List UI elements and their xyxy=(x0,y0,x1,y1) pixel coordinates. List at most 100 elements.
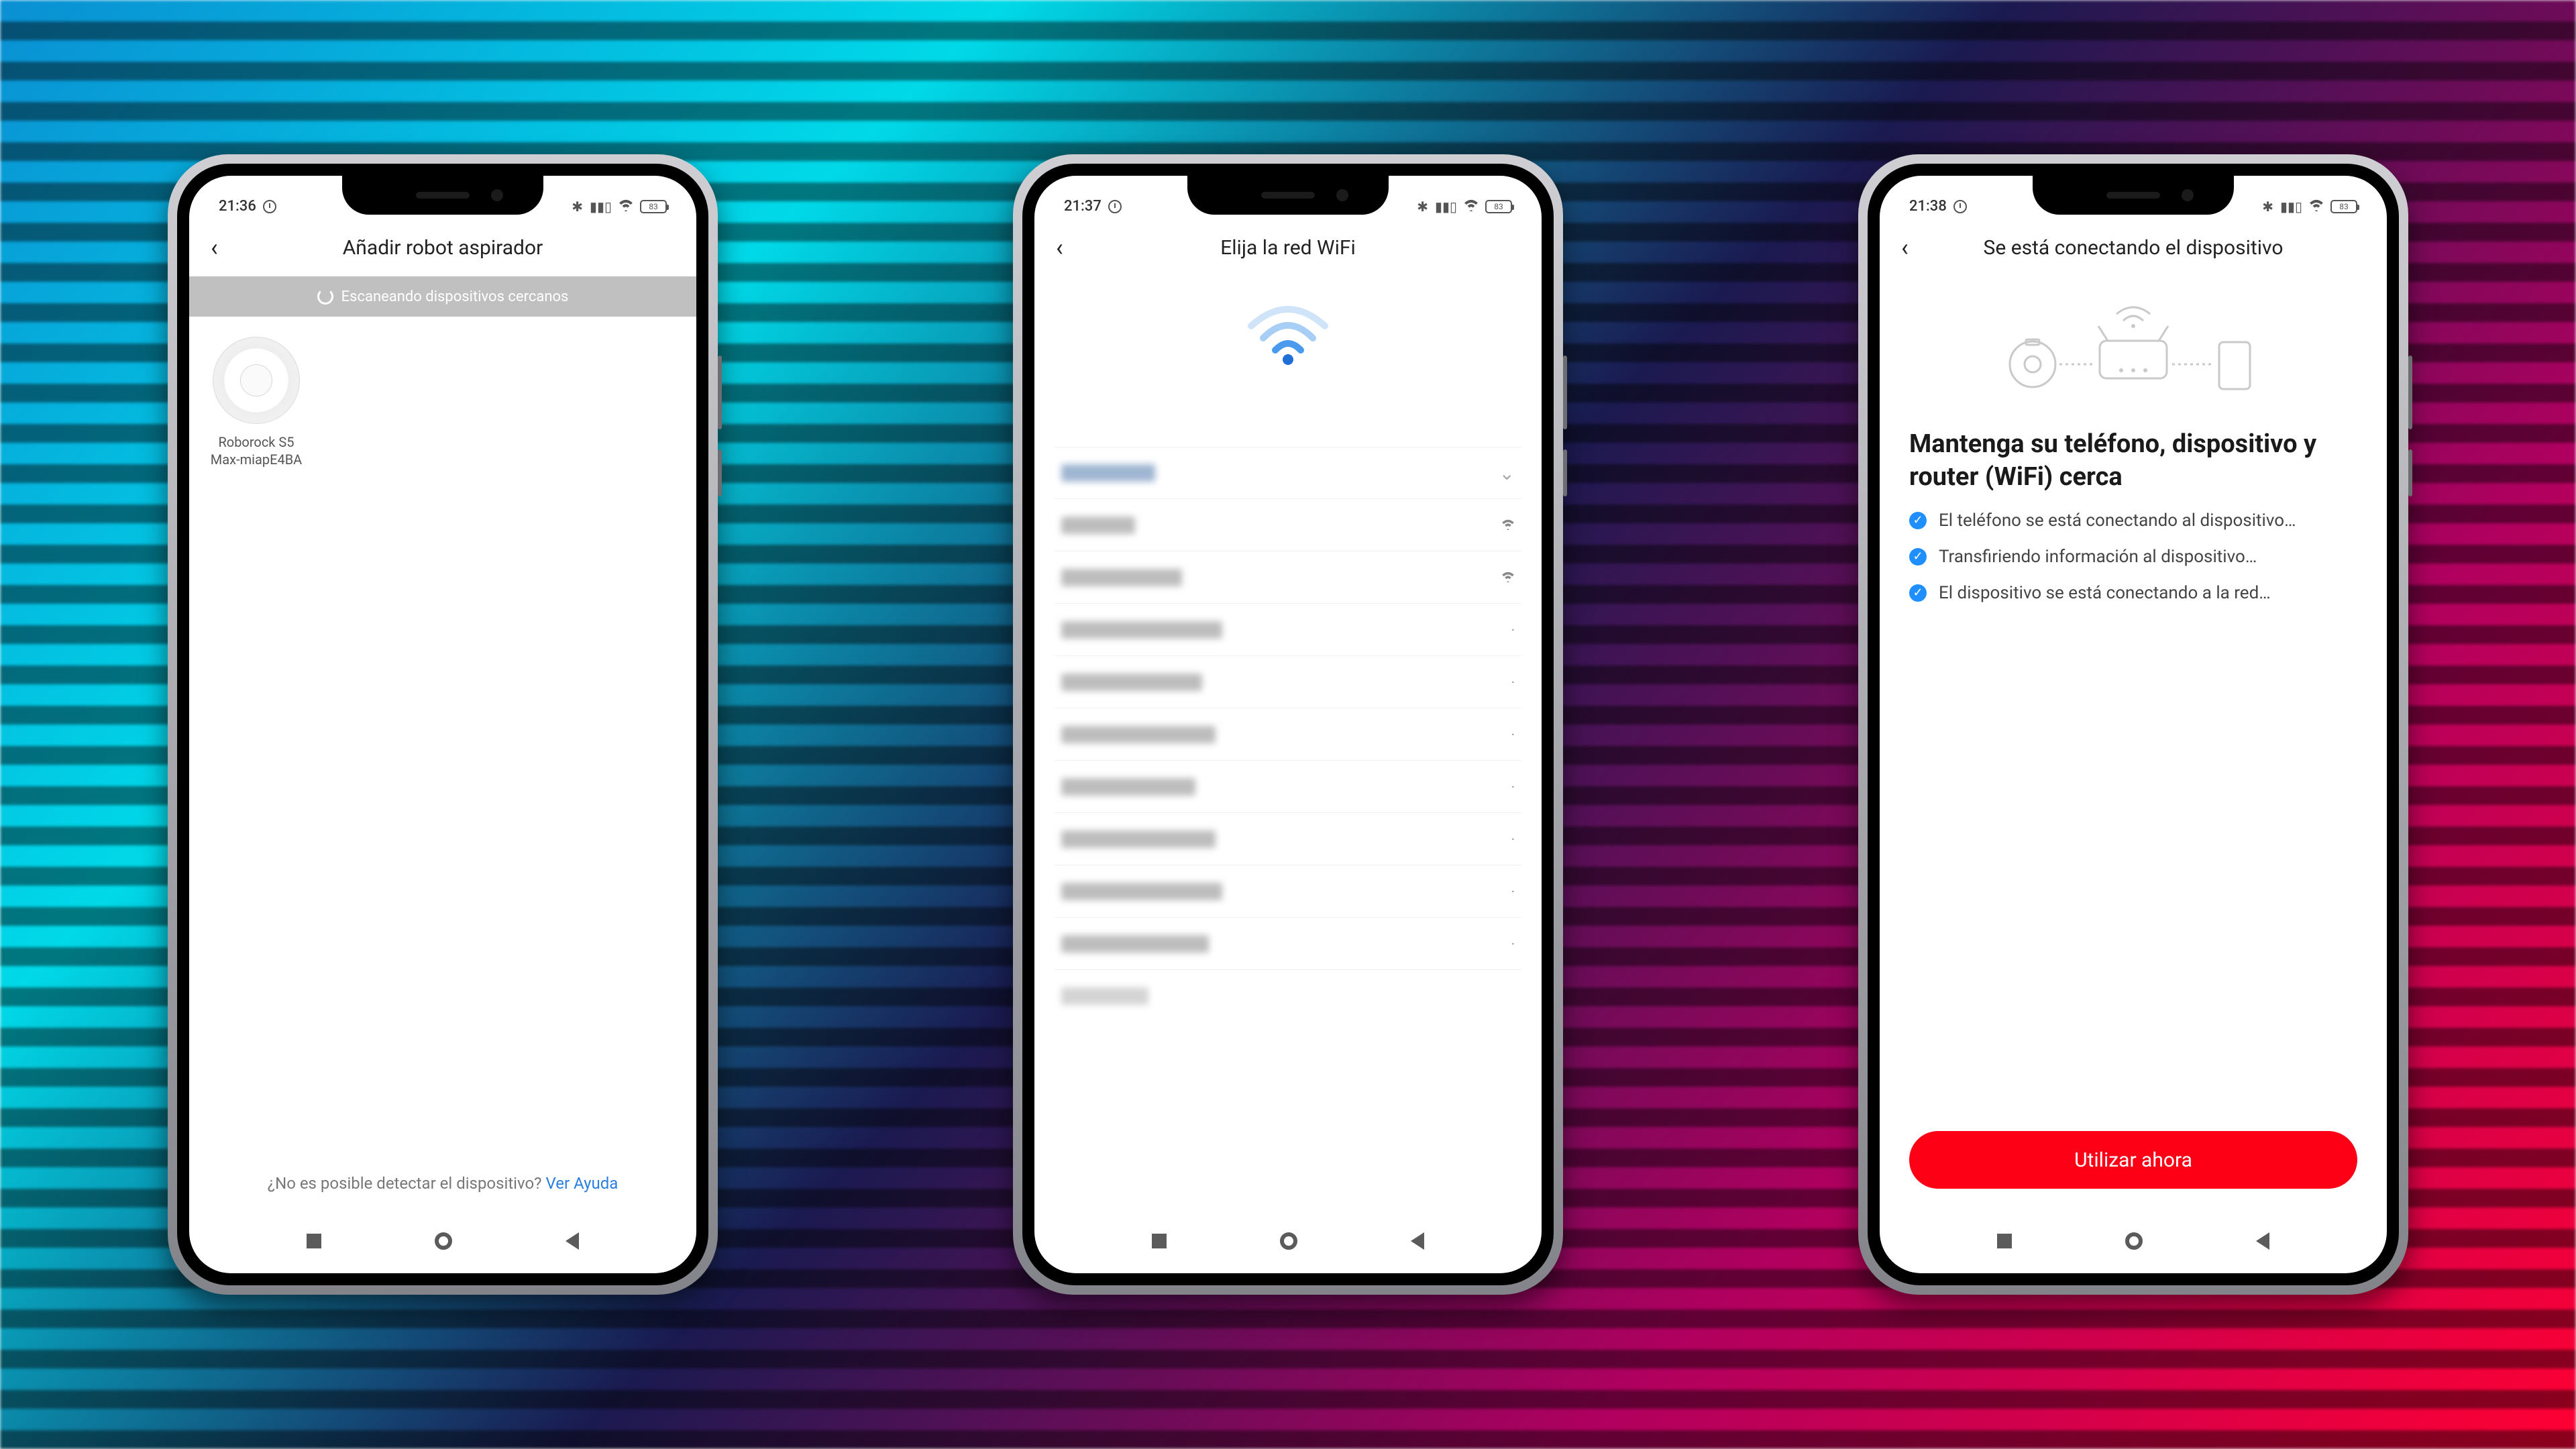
ssid-redacted xyxy=(1061,517,1135,534)
wifi-hero-icon xyxy=(1034,276,1542,447)
hardware-buttons xyxy=(718,356,722,496)
step-text: El dispositivo se está conectando a la r… xyxy=(1939,583,2271,603)
nav-back-icon[interactable] xyxy=(2256,1232,2269,1250)
nav-back-icon[interactable] xyxy=(1411,1232,1424,1250)
wifi-signal-weak-icon: · xyxy=(1511,831,1515,847)
notch xyxy=(342,176,543,215)
notch xyxy=(2033,176,2234,215)
wifi-row[interactable]: · xyxy=(1055,865,1521,918)
nav-recent-icon[interactable] xyxy=(307,1234,321,1248)
phone-1: 21:36 ✱ ▮▮▯ 83 ‹ Añadir robot aspirador xyxy=(168,154,718,1295)
nav-home-icon[interactable] xyxy=(435,1232,452,1250)
android-navbar xyxy=(189,1209,696,1273)
bluetooth-icon: ✱ xyxy=(2262,199,2273,215)
robot-vacuum-icon xyxy=(213,337,300,424)
wifi-row[interactable]: · xyxy=(1055,708,1521,761)
ssid-redacted xyxy=(1061,883,1222,900)
wifi-row[interactable]: · xyxy=(1055,813,1521,865)
wifi-row[interactable] xyxy=(1055,551,1521,604)
device-name: Roborock S5 Max-miapE4BA xyxy=(211,433,302,468)
bluetooth-icon: ✱ xyxy=(1417,199,1428,215)
wifi-signal-icon xyxy=(1501,570,1515,586)
chevron-down-icon: ⌄ xyxy=(1499,462,1515,484)
wifi-row[interactable] xyxy=(1055,970,1521,1022)
wifi-signal-weak-icon: · xyxy=(1511,883,1515,900)
alarm-icon xyxy=(1108,200,1122,213)
alarm-icon xyxy=(263,200,276,213)
ssid-redacted xyxy=(1061,621,1222,639)
check-icon: ✓ xyxy=(1909,548,1927,566)
phone-3: 21:38 ✱ ▮▮▯ 83 ‹ Se está conectando el xyxy=(1858,154,2408,1295)
nav-recent-icon[interactable] xyxy=(1152,1234,1167,1248)
page-title: Añadir robot aspirador xyxy=(343,236,543,260)
ssid-redacted xyxy=(1061,464,1155,482)
wifi-signal-weak-icon: · xyxy=(1511,622,1515,638)
page-title: Se está conectando el dispositivo xyxy=(1984,236,2284,260)
wifi-signal-weak-icon: · xyxy=(1511,727,1515,743)
bluetooth-icon: ✱ xyxy=(572,199,583,215)
wifi-signal-weak-icon: · xyxy=(1511,674,1515,690)
wifi-row-selected[interactable]: ⌄ xyxy=(1055,447,1521,499)
step-item: ✓ El dispositivo se está conectando a la… xyxy=(1909,583,2357,603)
step-text: Transfiriendo información al dispositivo… xyxy=(1939,547,2257,567)
help-line: ¿No es posible detectar el dispositivo? … xyxy=(189,1174,696,1193)
ssid-redacted xyxy=(1061,674,1202,691)
back-button[interactable]: ‹ xyxy=(211,235,218,260)
wifi-row[interactable]: · xyxy=(1055,604,1521,656)
ssid-redacted xyxy=(1061,569,1182,586)
hardware-buttons xyxy=(2408,356,2412,496)
signal-icon: ▮▮▯ xyxy=(2280,199,2302,215)
signal-icon: ▮▮▯ xyxy=(590,199,612,215)
wifi-signal-icon xyxy=(1501,517,1515,533)
help-link[interactable]: Ver Ayuda xyxy=(545,1174,618,1193)
nav-home-icon[interactable] xyxy=(2125,1232,2143,1250)
wifi-row[interactable] xyxy=(1055,499,1521,551)
steps-list: ✓ El teléfono se está conectando al disp… xyxy=(1880,511,2387,603)
status-time: 21:38 xyxy=(1909,198,1947,215)
connection-diagram xyxy=(1880,276,2387,417)
scanning-banner: Escaneando dispositivos cercanos xyxy=(189,276,696,317)
notch xyxy=(1187,176,1389,215)
android-navbar xyxy=(1034,1209,1542,1273)
wifi-signal-weak-icon: · xyxy=(1511,779,1515,795)
spinner-icon xyxy=(317,288,333,305)
status-time: 21:36 xyxy=(219,198,256,215)
device-item[interactable]: Roborock S5 Max-miapE4BA xyxy=(189,317,323,468)
phone-row: 21:36 ✱ ▮▮▯ 83 ‹ Añadir robot aspirador xyxy=(168,154,2408,1295)
wifi-row[interactable]: · xyxy=(1055,761,1521,813)
page-header: ‹ Se está conectando el dispositivo xyxy=(1880,219,2387,276)
wifi-status-icon xyxy=(619,199,633,215)
check-icon: ✓ xyxy=(1909,512,1927,529)
wifi-list: ⌄ xyxy=(1034,447,1542,1022)
ssid-redacted xyxy=(1061,987,1148,1005)
nav-back-icon[interactable] xyxy=(566,1232,579,1250)
check-icon: ✓ xyxy=(1909,584,1927,602)
use-now-button[interactable]: Utilizar ahora xyxy=(1909,1131,2357,1189)
ssid-redacted xyxy=(1061,726,1216,743)
wifi-row[interactable]: · xyxy=(1055,918,1521,970)
page-header: ‹ Añadir robot aspirador xyxy=(189,219,696,276)
step-item: ✓ Transfiriendo información al dispositi… xyxy=(1909,547,2357,567)
ssid-redacted xyxy=(1061,778,1195,796)
android-navbar xyxy=(1880,1209,2387,1273)
scanning-label: Escaneando dispositivos cercanos xyxy=(341,288,569,305)
status-time: 21:37 xyxy=(1064,198,1102,215)
signal-icon: ▮▮▯ xyxy=(1435,199,1457,215)
wifi-signal-weak-icon: · xyxy=(1511,936,1515,952)
nav-recent-icon[interactable] xyxy=(1997,1234,2012,1248)
battery-icon: 83 xyxy=(640,200,667,213)
nav-home-icon[interactable] xyxy=(1280,1232,1297,1250)
wifi-status-icon xyxy=(2309,199,2324,215)
ssid-redacted xyxy=(1061,935,1209,953)
hardware-buttons xyxy=(1563,356,1567,496)
step-item: ✓ El teléfono se está conectando al disp… xyxy=(1909,511,2357,531)
connection-heading: Mantenga su teléfono, dispositivo y rout… xyxy=(1880,417,2387,511)
step-text: El teléfono se está conectando al dispos… xyxy=(1939,511,2296,531)
battery-icon: 83 xyxy=(2330,200,2357,213)
wifi-row[interactable]: · xyxy=(1055,656,1521,708)
phone-2: 21:37 ✱ ▮▮▯ 83 ‹ Elija la red WiFi xyxy=(1013,154,1563,1295)
back-button[interactable]: ‹ xyxy=(1056,235,1063,260)
back-button[interactable]: ‹ xyxy=(1901,235,1909,260)
page-title: Elija la red WiFi xyxy=(1220,236,1356,260)
battery-icon: 83 xyxy=(1485,200,1512,213)
